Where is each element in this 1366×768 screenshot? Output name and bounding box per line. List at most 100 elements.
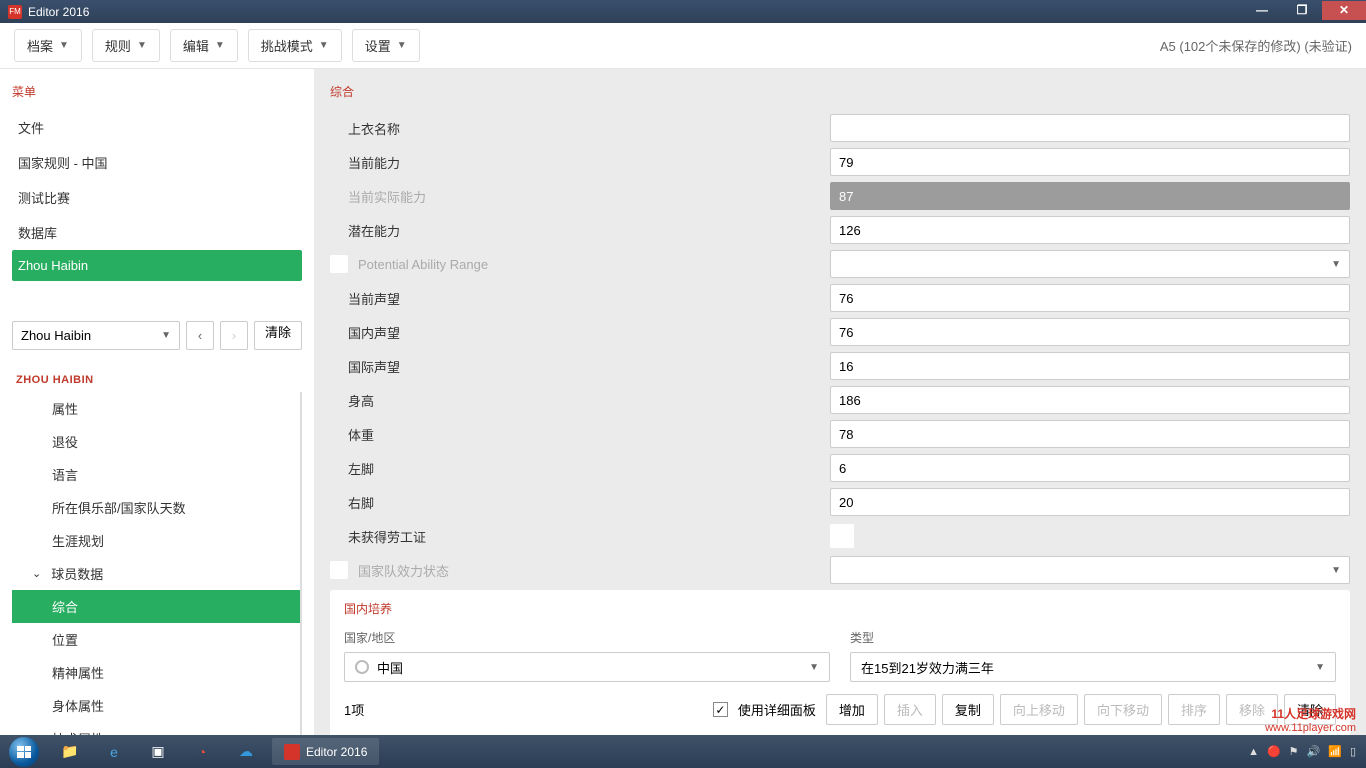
- form-row-3: 潜在能力: [330, 216, 1350, 244]
- chevron-down-icon: ▼: [397, 40, 407, 51]
- tree-item-3[interactable]: 所在俱乐部/国家队天数: [12, 491, 300, 524]
- field-label: 上衣名称: [330, 119, 830, 138]
- form-row-5: 当前声望: [330, 284, 1350, 312]
- field-label: 体重: [330, 425, 830, 444]
- taskbar-icon[interactable]: ◔: [180, 735, 224, 768]
- field-input[interactable]: [830, 420, 1350, 448]
- detail-panel-checkbox[interactable]: ✓: [713, 702, 728, 717]
- window-titlebar: FM Editor 2016 — ❐ ✕: [0, 0, 1366, 23]
- checkbox[interactable]: [330, 255, 348, 273]
- content-panel: 综合 上衣名称当前能力当前实际能力潜在能力 Potential Ability R…: [314, 69, 1366, 735]
- taskbar-app-editor[interactable]: Editor 2016: [272, 738, 379, 765]
- menu-3[interactable]: 挑战模式▼: [248, 29, 342, 62]
- menu-0[interactable]: 档案▼: [14, 29, 82, 62]
- field-label: 潜在能力: [330, 221, 830, 240]
- sidebar: 菜单 文件国家规则 - 中国测试比赛数据库Zhou Haibin Zhou Ha…: [0, 69, 314, 735]
- menu-2[interactable]: 编辑▼: [170, 29, 238, 62]
- field-input[interactable]: [830, 454, 1350, 482]
- type-label: 类型: [850, 629, 1336, 646]
- field-input[interactable]: [830, 386, 1350, 414]
- chevron-down-icon: ▼: [137, 40, 147, 51]
- country-label: 国家/地区: [344, 629, 830, 646]
- action-button-2[interactable]: 复制: [942, 694, 994, 725]
- field-input[interactable]: [830, 318, 1350, 346]
- field-label: 身高: [330, 391, 830, 410]
- form-row-4: Potential Ability Range ▼: [330, 250, 1350, 278]
- tree-item-1[interactable]: 退役: [12, 425, 300, 458]
- maximize-button[interactable]: ❐: [1282, 1, 1322, 20]
- taskbar-icon[interactable]: 📁: [48, 735, 92, 768]
- nav-back-button[interactable]: ‹: [186, 321, 214, 350]
- item-count: 1项: [344, 700, 364, 719]
- tree-item-0[interactable]: 属性: [12, 392, 300, 425]
- type-select[interactable]: 在15到21岁效力满三年 ▼: [850, 652, 1336, 682]
- chevron-down-icon: ▼: [809, 662, 819, 673]
- nav-forward-button[interactable]: ›: [220, 321, 248, 350]
- field-input[interactable]: [830, 284, 1350, 312]
- action-button-1: 插入: [884, 694, 936, 725]
- sidebar-item-3[interactable]: 数据库: [12, 215, 302, 250]
- clear-button[interactable]: 清除: [254, 321, 302, 350]
- tree-item-4[interactable]: 生涯规划: [12, 524, 300, 557]
- form-row-0: 上衣名称: [330, 114, 1350, 142]
- detail-panel-label: 使用详细面板: [738, 700, 816, 719]
- window-title: Editor 2016: [28, 5, 89, 19]
- form-row-2: 当前实际能力: [330, 182, 1350, 210]
- tree-sub-2[interactable]: 精神属性: [12, 656, 300, 689]
- form-row-6: 国内声望: [330, 318, 1350, 346]
- chevron-down-icon: ▼: [1331, 259, 1341, 270]
- tree-item-2[interactable]: 语言: [12, 458, 300, 491]
- field-label: Potential Ability Range: [330, 255, 830, 273]
- sidebar-item-1[interactable]: 国家规则 - 中国: [12, 145, 302, 180]
- field-input[interactable]: [830, 148, 1350, 176]
- form-row-7: 国际声望: [330, 352, 1350, 380]
- start-button[interactable]: [0, 735, 48, 768]
- tree-sub-4[interactable]: 技术属性: [12, 722, 300, 735]
- field-label: 当前能力: [330, 153, 830, 172]
- system-tray[interactable]: ▲🔴⚑🔊📶▯: [1248, 745, 1366, 758]
- field-input[interactable]: [830, 488, 1350, 516]
- taskbar-icon[interactable]: ☁: [224, 735, 268, 768]
- chevron-down-icon: ▼: [59, 40, 69, 51]
- country-select[interactable]: 中国 ▼: [344, 652, 830, 682]
- field-checkbox[interactable]: [830, 524, 854, 548]
- checkbox[interactable]: [330, 561, 348, 579]
- section-title: 国内培养: [344, 600, 1336, 617]
- chevron-down-icon: ▼: [215, 40, 225, 51]
- action-button-5: 排序: [1168, 694, 1220, 725]
- form-row-13: 国家队效力状态▼: [330, 556, 1350, 584]
- chevron-down-icon: ▼: [1315, 662, 1325, 673]
- field-label: 未获得劳工证: [330, 527, 830, 546]
- tree-expandable-player-data[interactable]: ⌄球员数据: [12, 557, 300, 590]
- minimize-button[interactable]: —: [1242, 1, 1282, 20]
- action-button-3: 向上移动: [1000, 694, 1078, 725]
- close-button[interactable]: ✕: [1322, 1, 1366, 20]
- taskbar-icon[interactable]: e: [92, 735, 136, 768]
- taskbar-icon[interactable]: ▣: [136, 735, 180, 768]
- tree-sub-1[interactable]: 位置: [12, 623, 300, 656]
- form-row-9: 体重: [330, 420, 1350, 448]
- content-header: 综合: [330, 83, 1350, 100]
- menu-4[interactable]: 设置▼: [352, 29, 420, 62]
- tree-sub-3[interactable]: 身体属性: [12, 689, 300, 722]
- field-label: 当前声望: [330, 289, 830, 308]
- sidebar-item-4[interactable]: Zhou Haibin: [12, 250, 302, 281]
- field-label: 国内声望: [330, 323, 830, 342]
- action-button-4: 向下移动: [1084, 694, 1162, 725]
- chevron-down-icon: ▼: [161, 330, 171, 341]
- chevron-down-icon: ⌄: [32, 567, 41, 580]
- sidebar-item-2[interactable]: 测试比赛: [12, 180, 302, 215]
- action-button-0[interactable]: 增加: [826, 694, 878, 725]
- field-select[interactable]: ▼: [830, 556, 1350, 584]
- field-input[interactable]: [830, 216, 1350, 244]
- menu-1[interactable]: 规则▼: [92, 29, 160, 62]
- field-input[interactable]: [830, 352, 1350, 380]
- field-select[interactable]: ▼: [830, 250, 1350, 278]
- tree-sub-0[interactable]: 综合: [12, 590, 300, 623]
- menubar: 档案▼规则▼编辑▼挑战模式▼设置▼ A5 (102个未保存的修改) (未验证): [0, 23, 1366, 69]
- sidebar-item-0[interactable]: 文件: [12, 110, 302, 145]
- chevron-down-icon: ▼: [1331, 565, 1341, 576]
- search-input[interactable]: Zhou Haibin ▼: [12, 321, 180, 350]
- field-input[interactable]: [830, 114, 1350, 142]
- app-icon: FM: [8, 5, 22, 19]
